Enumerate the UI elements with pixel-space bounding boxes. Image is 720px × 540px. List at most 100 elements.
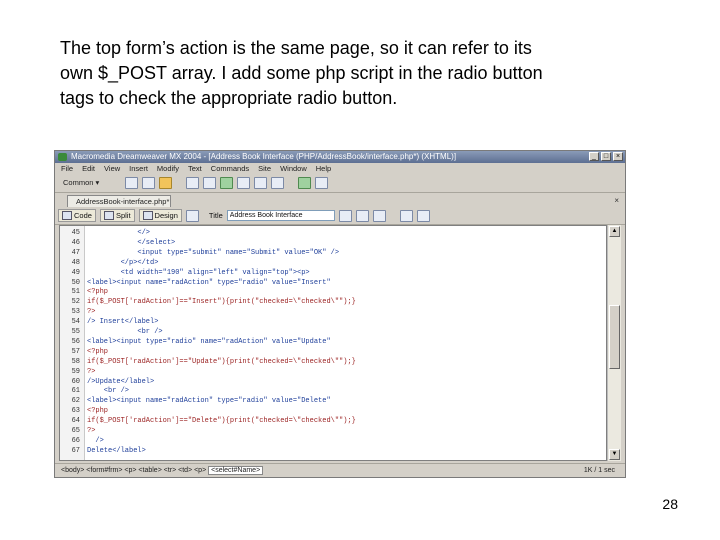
code-line[interactable]: 46 </select> bbox=[60, 239, 606, 248]
code-line[interactable]: 55 <br /> bbox=[60, 328, 606, 337]
title-label: Title bbox=[208, 211, 223, 220]
code-text: <?php bbox=[87, 288, 109, 297]
code-text: <label><input name="radAction" type="rad… bbox=[87, 278, 331, 287]
design-view-icon bbox=[142, 211, 153, 220]
code-text: />Update</label> bbox=[87, 377, 155, 386]
menu-view[interactable]: View bbox=[104, 163, 120, 174]
title-input[interactable] bbox=[226, 210, 335, 221]
layer-icon[interactable] bbox=[203, 177, 216, 189]
minimize-button[interactable]: _ bbox=[589, 152, 599, 161]
view-options-icon[interactable] bbox=[416, 209, 430, 222]
code-line[interactable]: 62 <label><input name="radAction" type="r… bbox=[60, 397, 606, 406]
code-line[interactable]: 59 ?> bbox=[60, 368, 606, 377]
split-view-button[interactable]: Split bbox=[99, 209, 135, 222]
code-text: if($_POST['radAction']=="Delete"){print(… bbox=[87, 417, 356, 426]
insert-category-dropdown[interactable]: Common ▾ bbox=[59, 177, 121, 189]
line-number: 66 bbox=[71, 436, 80, 445]
close-document-icon[interactable]: × bbox=[614, 196, 619, 205]
line-number: 54 bbox=[71, 318, 80, 327]
menu-file[interactable]: File bbox=[61, 163, 73, 174]
code-line[interactable]: 53 ?> bbox=[60, 308, 606, 317]
image-icon[interactable] bbox=[220, 177, 233, 189]
line-number: 50 bbox=[71, 278, 80, 287]
window-titlebar[interactable]: Macromedia Dreamweaver MX 2004 - [Addres… bbox=[55, 151, 625, 163]
code-text: /> bbox=[87, 436, 104, 445]
document-tab-bar: AddressBook-interface.php* × bbox=[55, 193, 625, 207]
maximize-button[interactable]: □ bbox=[601, 152, 611, 161]
browser-check-icon[interactable] bbox=[372, 209, 386, 222]
code-line[interactable]: 58 if($_POST['radAction']=="Update"){prin… bbox=[60, 358, 606, 367]
code-line[interactable]: 56 <label><input type="radio" name="radAc… bbox=[60, 338, 606, 347]
code-line[interactable]: 66 /> bbox=[60, 437, 606, 446]
tag-selector-path[interactable]: <body> <form#frm> <p> <table> <tr> <td> … bbox=[61, 467, 206, 474]
code-editor[interactable]: 45 </> 46 </select> 47 <input type="submit… bbox=[59, 225, 607, 461]
line-number: 51 bbox=[71, 288, 80, 297]
code-line[interactable]: 54 /> Insert</label> bbox=[60, 318, 606, 327]
code-line[interactable]: 47 <input type="submit" name="Submit" va… bbox=[60, 249, 606, 258]
code-text: <label><input name="radAction" type="rad… bbox=[87, 397, 331, 406]
template-icon[interactable] bbox=[298, 177, 311, 189]
editor-scrollbar[interactable]: ▲ ▼ bbox=[607, 225, 621, 461]
anchor-icon[interactable] bbox=[159, 177, 172, 189]
code-view-button[interactable]: Code bbox=[58, 209, 96, 222]
line-number: 47 bbox=[71, 248, 80, 257]
close-button[interactable]: × bbox=[613, 152, 623, 161]
date-icon[interactable] bbox=[254, 177, 267, 189]
scroll-thumb[interactable] bbox=[609, 305, 620, 369]
page-number: 28 bbox=[662, 496, 678, 512]
scroll-down-arrow-icon[interactable]: ▼ bbox=[609, 449, 620, 460]
code-line[interactable]: 65 ?> bbox=[60, 427, 606, 436]
code-line[interactable]: 49 <td width="190" align="left" valign="… bbox=[60, 269, 606, 278]
document-toolbar: Code Split Design Title bbox=[55, 207, 625, 225]
code-text: </> bbox=[87, 229, 151, 237]
line-number: 65 bbox=[71, 427, 80, 435]
menu-bar: File Edit View Insert Modify Text Comman… bbox=[55, 163, 625, 174]
code-text: if($_POST['radAction']=="Insert"){print(… bbox=[87, 298, 356, 307]
line-number: 59 bbox=[71, 367, 80, 376]
line-number: 67 bbox=[71, 446, 80, 455]
refresh-icon[interactable] bbox=[399, 209, 413, 222]
code-text: ?> bbox=[87, 308, 96, 317]
line-number: 49 bbox=[71, 268, 80, 277]
table-icon[interactable] bbox=[186, 177, 199, 189]
selected-tag[interactable]: <select#Name> bbox=[208, 466, 264, 475]
scroll-up-arrow-icon[interactable]: ▲ bbox=[609, 226, 620, 237]
menu-site[interactable]: Site bbox=[258, 163, 271, 174]
code-line[interactable]: 61 <br /> bbox=[60, 387, 606, 396]
live-data-icon[interactable] bbox=[185, 209, 199, 222]
menu-help[interactable]: Help bbox=[316, 163, 331, 174]
code-line[interactable]: 48 </p></td> bbox=[60, 259, 606, 268]
code-line[interactable]: 50 <label><input name="radAction" type="r… bbox=[60, 279, 606, 288]
code-text: <label><input type="radio" name="radActi… bbox=[87, 337, 331, 346]
menu-text[interactable]: Text bbox=[188, 163, 202, 174]
code-line[interactable]: 51 <?php bbox=[60, 288, 606, 297]
document-tab[interactable]: AddressBook-interface.php* bbox=[67, 195, 171, 207]
hyperlink-icon[interactable] bbox=[125, 177, 138, 189]
code-line[interactable]: 60 />Update</label> bbox=[60, 378, 606, 387]
window-title: Macromedia Dreamweaver MX 2004 - [Addres… bbox=[71, 152, 457, 161]
code-line[interactable]: 67 Delete</label> bbox=[60, 447, 606, 456]
code-text: </p></td> bbox=[87, 258, 159, 267]
code-line[interactable]: 52 if($_POST['radAction']=="Insert"){prin… bbox=[60, 298, 606, 307]
code-line[interactable]: 57 <?php bbox=[60, 348, 606, 357]
menu-commands[interactable]: Commands bbox=[211, 163, 249, 174]
menu-modify[interactable]: Modify bbox=[157, 163, 179, 174]
email-icon[interactable] bbox=[142, 177, 155, 189]
menu-insert[interactable]: Insert bbox=[129, 163, 148, 174]
line-number: 55 bbox=[71, 328, 80, 336]
code-line[interactable]: 45 </> bbox=[60, 229, 606, 238]
insert-bar: Common ▾ bbox=[55, 174, 625, 193]
media-icon[interactable] bbox=[237, 177, 250, 189]
design-view-button[interactable]: Design bbox=[138, 209, 182, 222]
tag-chooser-icon[interactable] bbox=[315, 177, 328, 189]
line-number: 61 bbox=[71, 387, 80, 396]
menu-window[interactable]: Window bbox=[280, 163, 307, 174]
code-text: <br /> bbox=[87, 328, 163, 336]
preview-icon[interactable] bbox=[355, 209, 369, 222]
comment-icon[interactable] bbox=[271, 177, 284, 189]
code-line[interactable]: 64 if($_POST['radAction']=="Delete"){prin… bbox=[60, 417, 606, 426]
file-management-icon[interactable] bbox=[338, 209, 352, 222]
code-line[interactable]: 63 <?php bbox=[60, 407, 606, 416]
download-size: 1K / 1 sec bbox=[583, 467, 615, 474]
menu-edit[interactable]: Edit bbox=[82, 163, 95, 174]
